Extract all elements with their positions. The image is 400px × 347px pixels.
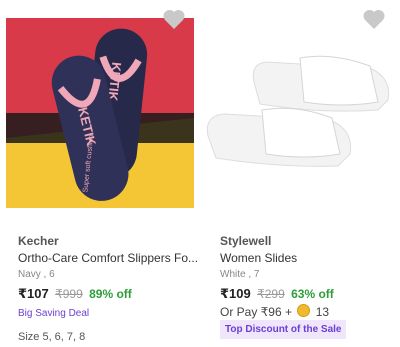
brand-name: Stylewell: [220, 234, 272, 248]
pay-prefix: Or Pay ₹96 +: [220, 305, 292, 319]
brand-name: Kecher: [18, 234, 59, 248]
discount-text: 63% off: [291, 287, 334, 301]
price-row: ₹109 ₹299 63% off: [220, 286, 334, 302]
product-image[interactable]: KETIK KETIK Super soft cushion: [6, 18, 194, 208]
selling-price: ₹109: [220, 286, 251, 301]
mrp-price: ₹299: [257, 287, 285, 301]
price-row: ₹107 ₹999 89% off: [18, 286, 132, 302]
wishlist-heart-icon[interactable]: [162, 8, 186, 30]
coin-pay-offer: Or Pay ₹96 + 13: [220, 304, 329, 319]
deal-badge: Top Discount of the Sale: [220, 320, 347, 339]
selling-price: ₹107: [18, 286, 49, 301]
discount-text: 89% off: [89, 287, 132, 301]
wishlist-heart-icon[interactable]: [362, 8, 386, 30]
product-title[interactable]: Ortho-Care Comfort Slippers Fo...: [18, 251, 198, 265]
variant-meta: White , 7: [220, 269, 260, 280]
coin-count: 13: [315, 305, 330, 319]
size-list: Size 5, 6, 7, 8: [18, 331, 86, 343]
mrp-price: ₹999: [55, 287, 83, 301]
variant-meta: Navy , 6: [18, 269, 55, 280]
product-title[interactable]: Women Slides: [220, 251, 297, 265]
coin-icon: [297, 304, 311, 317]
deal-tag: Big Saving Deal: [18, 308, 90, 319]
product-card[interactable]: KETIK KETIK Super soft cushion Kecher Or…: [0, 0, 198, 347]
product-image[interactable]: [202, 18, 398, 208]
product-card[interactable]: Stylewell Women Slides White , 7 ₹109 ₹2…: [202, 0, 400, 347]
